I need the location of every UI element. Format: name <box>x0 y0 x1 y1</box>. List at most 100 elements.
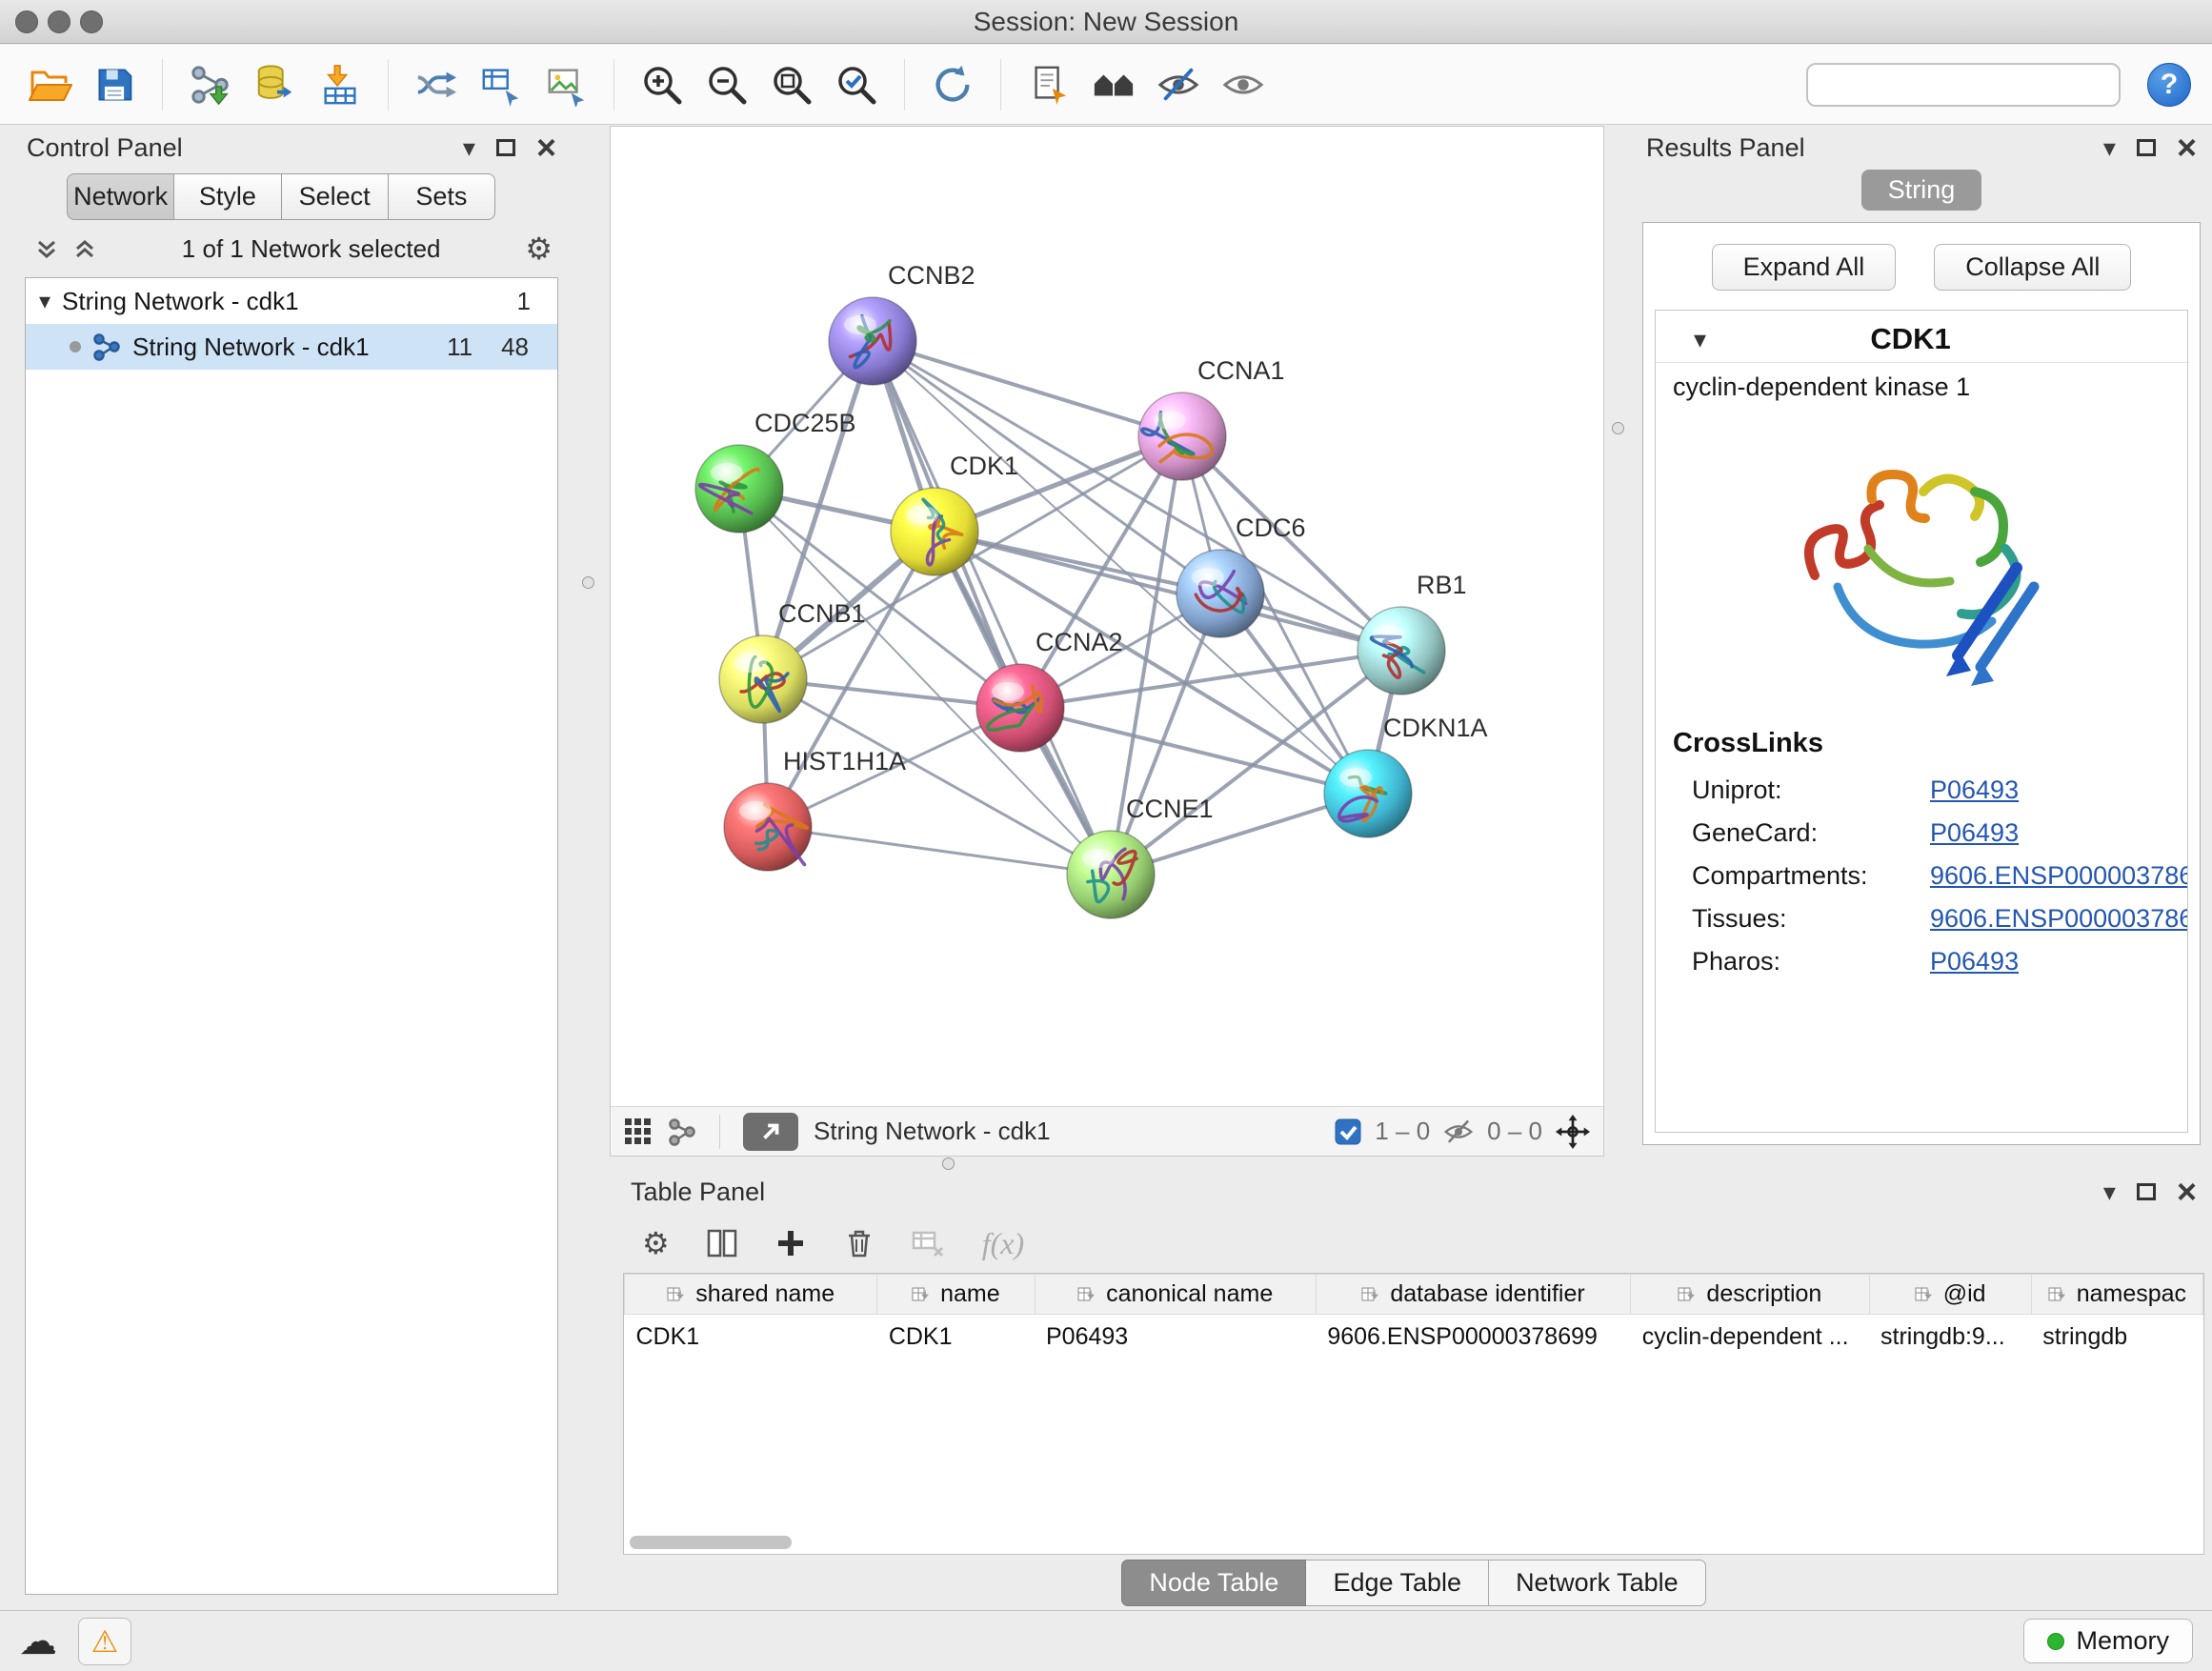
network-edge[interactable] <box>873 341 1111 875</box>
delete-table-icon-disabled <box>912 1227 946 1259</box>
network-node[interactable]: CDKN1A <box>1324 714 1488 837</box>
hide-selected-button[interactable] <box>1150 55 1207 114</box>
column-header[interactable]: description <box>1631 1275 1869 1315</box>
help-button[interactable]: ? <box>2147 63 2191 107</box>
float-panel-icon[interactable] <box>2137 1183 2156 1200</box>
network-node[interactable]: CCNA2 <box>976 628 1123 752</box>
clone-network-button[interactable] <box>408 55 465 114</box>
network-collection-row[interactable]: ▾ String Network - cdk1 1 <box>26 278 557 324</box>
tab-sets[interactable]: Sets <box>389 173 495 220</box>
network-from-table-button[interactable] <box>473 55 530 114</box>
crosslink-link[interactable]: P06493 <box>1930 818 2019 848</box>
cell-namespace[interactable]: stringdb <box>2031 1315 2202 1360</box>
first-neighbors-button[interactable] <box>1085 55 1142 114</box>
tab-network[interactable]: Network <box>67 173 174 220</box>
tab-edge-table[interactable]: Edge Table <box>1306 1560 1489 1606</box>
column-header[interactable]: @id <box>1869 1275 2031 1315</box>
add-column-plus-icon[interactable] <box>774 1227 807 1259</box>
left-splitter-handle[interactable] <box>582 576 594 589</box>
collapse-all-button[interactable]: Collapse All <box>1934 244 2131 291</box>
memory-button[interactable]: Memory <box>2023 1619 2193 1663</box>
close-window-button[interactable] <box>15 10 38 33</box>
refresh-button[interactable] <box>924 55 981 114</box>
network-overview-icon[interactable] <box>668 1117 696 1146</box>
float-panel-icon[interactable] <box>496 139 515 156</box>
gear-icon[interactable]: ⚙ <box>525 233 553 264</box>
show-columns-icon[interactable] <box>706 1227 738 1259</box>
tree-caret-icon[interactable]: ▾ <box>39 288 50 315</box>
open-session-button[interactable] <box>21 55 78 114</box>
network-node[interactable]: RB1 <box>1357 571 1467 695</box>
hidden-eye-slash-icon[interactable] <box>1443 1117 1474 1147</box>
tab-node-table[interactable]: Node Table <box>1121 1560 1306 1606</box>
import-network-database-button[interactable] <box>247 55 304 114</box>
cell-id[interactable]: stringdb:9... <box>1869 1315 2031 1360</box>
cloud-icon[interactable]: ☁ <box>19 1622 57 1661</box>
column-header[interactable]: namespac <box>2031 1275 2202 1315</box>
right-splitter-handle[interactable] <box>1612 422 1624 434</box>
column-header[interactable]: canonical name <box>1035 1275 1316 1315</box>
zoom-selected-button[interactable] <box>828 55 885 114</box>
expand-all-button[interactable]: Expand All <box>1712 244 1897 291</box>
close-panel-icon[interactable]: × <box>2177 131 2197 165</box>
minimize-window-button[interactable] <box>48 10 70 33</box>
crosslink-link[interactable]: P06493 <box>1930 947 2019 976</box>
column-header[interactable]: name <box>877 1275 1035 1315</box>
network-canvas[interactable]: CCNB2CCNA1CDC25BCDK1CDC6RB1CCNB1CCNA2CDK… <box>611 127 1603 1106</box>
column-header[interactable]: shared name <box>625 1275 877 1315</box>
crosslink-link[interactable]: 9606.ENSP00000378699 <box>1930 904 2188 934</box>
save-session-button[interactable] <box>86 55 143 114</box>
crosslink-link[interactable]: P06493 <box>1930 775 2019 805</box>
network-node[interactable]: HIST1H1A <box>724 747 906 871</box>
zoom-window-button[interactable] <box>80 10 103 33</box>
network-node[interactable]: CDK1 <box>891 452 1018 575</box>
tab-style[interactable]: Style <box>174 173 281 220</box>
open-in-new-window-button[interactable] <box>743 1113 798 1151</box>
copy-document-button[interactable] <box>1020 55 1077 114</box>
network-row-selected[interactable]: String Network - cdk1 11 48 <box>26 324 557 370</box>
close-panel-icon[interactable]: × <box>2177 1175 2197 1209</box>
panel-menu-caret-icon[interactable]: ▾ <box>463 135 475 160</box>
warning-button[interactable]: ⚠ <box>78 1618 131 1665</box>
expand-all-icon[interactable] <box>72 236 97 261</box>
birds-eye-grid-icon[interactable] <box>624 1117 653 1146</box>
show-all-button[interactable] <box>1215 55 1272 114</box>
delete-column-trash-icon[interactable] <box>843 1227 875 1259</box>
cell-description[interactable]: cyclin-dependent ... <box>1631 1315 1869 1360</box>
table-settings-gear-icon[interactable]: ⚙ <box>642 1228 670 1258</box>
import-network-file-button[interactable] <box>182 55 239 114</box>
column-header[interactable]: database identifier <box>1316 1275 1630 1315</box>
gene-collapse-caret-icon[interactable]: ▾ <box>1694 325 1706 354</box>
cell-name[interactable]: CDK1 <box>877 1315 1035 1360</box>
export-image-button[interactable] <box>537 55 594 114</box>
cell-canonical-name[interactable]: P06493 <box>1035 1315 1316 1360</box>
pan-crosshair-icon[interactable] <box>1556 1115 1590 1149</box>
cell-database-identifier[interactable]: 9606.ENSP00000378699 <box>1316 1315 1630 1360</box>
network-node[interactable]: CDC6 <box>1176 513 1306 637</box>
close-panel-icon[interactable]: × <box>536 131 556 165</box>
table-row[interactable]: CDK1 CDK1 P06493 9606.ENSP00000378699 cy… <box>625 1315 2203 1360</box>
panel-menu-caret-icon[interactable]: ▾ <box>2103 1179 2116 1204</box>
bottom-splitter-handle[interactable] <box>942 1158 955 1170</box>
search-input[interactable] <box>1827 69 2150 100</box>
horizontal-scrollbar-thumb[interactable] <box>630 1536 792 1549</box>
network-node[interactable]: CCNB1 <box>719 599 866 723</box>
tab-network-table[interactable]: Network Table <box>1489 1560 1706 1606</box>
import-table-button[interactable] <box>312 55 369 114</box>
selected-checkbox-icon[interactable] <box>1335 1118 1361 1145</box>
network-edge[interactable] <box>768 827 1111 875</box>
cell-shared-name[interactable]: CDK1 <box>625 1315 877 1360</box>
string-results-tab[interactable]: String <box>1861 170 1982 211</box>
crosslink-link[interactable]: 9606.ENSP00000378699 <box>1930 861 2188 891</box>
network-node[interactable]: CCNA1 <box>1138 356 1285 480</box>
zoom-out-button[interactable] <box>698 55 755 114</box>
network-node[interactable]: CCNE1 <box>1067 795 1214 918</box>
network-edge[interactable] <box>935 532 1401 651</box>
zoom-in-button[interactable] <box>633 55 691 114</box>
zoom-fit-button[interactable] <box>763 55 820 114</box>
float-panel-icon[interactable] <box>2137 139 2156 156</box>
network-edge[interactable] <box>873 341 1182 436</box>
panel-menu-caret-icon[interactable]: ▾ <box>2103 135 2116 160</box>
tab-select[interactable]: Select <box>282 173 389 220</box>
collapse-all-icon[interactable] <box>34 236 59 261</box>
